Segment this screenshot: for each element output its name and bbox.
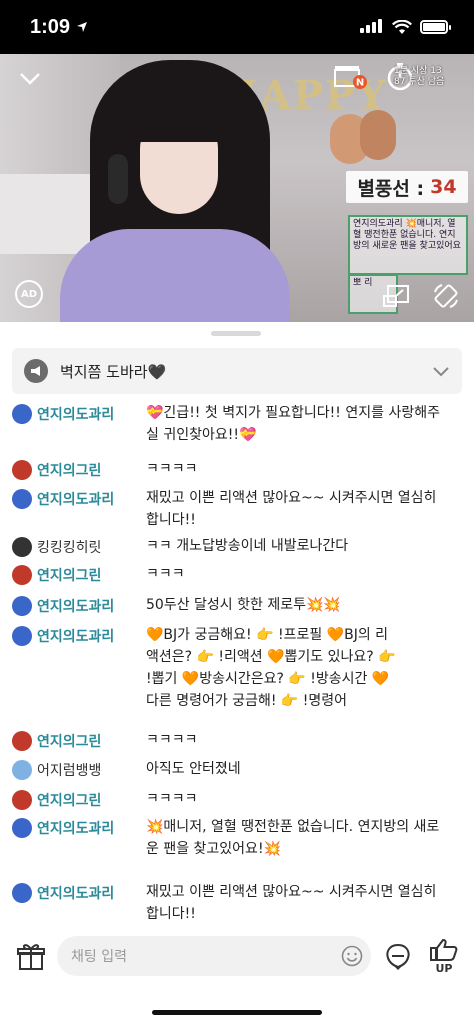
- home-indicator[interactable]: [152, 1010, 322, 1015]
- drag-handle[interactable]: [211, 331, 261, 336]
- avatar[interactable]: [12, 760, 32, 780]
- status-time: 1:09: [30, 16, 88, 39]
- ad-icon[interactable]: AD: [15, 280, 43, 308]
- balloon-label: 별풍선 :: [357, 177, 425, 200]
- up-label: UP: [436, 962, 453, 974]
- chat-nickname[interactable]: 연지의그린: [37, 731, 101, 751]
- chat-text: 재밌고 이쁜 리액션 많아요~~ 시켜주시면 열심히 합니다!!: [146, 490, 437, 528]
- avatar[interactable]: [12, 489, 32, 509]
- avatar[interactable]: [12, 626, 32, 646]
- chat-text: ㅋㅋㅋㅋ: [146, 732, 198, 748]
- chat-nickname[interactable]: 연지의그린: [37, 565, 101, 585]
- chat-nickname[interactable]: 연지의도과리: [37, 404, 114, 424]
- notice-text: 벽지쯤 도바라🖤: [60, 362, 167, 381]
- mission-info: 1분 시상 13 87 투산 남음: [394, 66, 472, 96]
- avatar[interactable]: [12, 818, 32, 838]
- mission-line2: 87 투산 남음: [394, 77, 445, 87]
- overlay-chat-box: 연지의도과리 💥매니저, 열혈 땡전한푼 없습니다. 연지방의 새로운 팬을 찾…: [348, 215, 468, 275]
- chat-text: 💥매니저, 열혈 땡전한푼 없습니다. 연지방의 새로운 팬을 찾고있어요!💥: [146, 819, 440, 857]
- balloon-counter: 별풍선 : 34: [346, 171, 468, 203]
- avatar[interactable]: [12, 596, 32, 616]
- avatar[interactable]: [12, 731, 32, 751]
- chat-input-bar: 채팅 입력 UP: [0, 930, 474, 990]
- location-arrow-icon: [77, 22, 88, 32]
- megaphone-icon: [24, 359, 48, 383]
- chat-nickname[interactable]: 연지의도과리: [37, 883, 114, 903]
- balloon-count-value: 34: [430, 176, 457, 198]
- chat-input[interactable]: 채팅 입력: [57, 936, 371, 976]
- chat-nickname[interactable]: 어지럼뱅뱅: [37, 760, 101, 780]
- chevron-down-icon[interactable]: [432, 362, 450, 380]
- star-balloon-icon[interactable]: [383, 942, 413, 972]
- chat-nickname[interactable]: 연지의그린: [37, 790, 101, 810]
- chat-text: ㅋㅋㅋ: [146, 566, 185, 582]
- ad-label: AD: [20, 288, 38, 300]
- status-icons: [360, 18, 451, 37]
- chat-nickname[interactable]: 연지의도과리: [37, 626, 114, 646]
- overlay-chat-text: 연지의도과리 💥매니저, 열혈 땡전한푼 없습니다. 연지방의 새로운 팬을 찾…: [353, 219, 461, 251]
- wifi-icon: [392, 19, 412, 34]
- avatar[interactable]: [12, 790, 32, 810]
- chat-text: 50두산 달성시 핫한 제로투💥💥: [146, 597, 341, 613]
- emoji-icon[interactable]: [341, 945, 363, 967]
- avatar[interactable]: [12, 537, 32, 557]
- avatar[interactable]: [12, 565, 32, 585]
- pip-icon[interactable]: [382, 284, 410, 308]
- chat-input-placeholder: 채팅 입력: [71, 949, 127, 965]
- status-bar: 1:09: [0, 0, 474, 54]
- avatar[interactable]: [12, 883, 32, 903]
- cellular-signal-icon: [360, 18, 384, 37]
- thumbs-up-icon[interactable]: UP: [428, 938, 460, 974]
- chat-nickname[interactable]: 킹킹킹히릿: [37, 537, 101, 557]
- gift-icon[interactable]: [16, 942, 46, 972]
- chat-nickname[interactable]: 연지의도과리: [37, 596, 114, 616]
- mission-line1: 1분 시상 13: [394, 66, 442, 76]
- chat-nickname[interactable]: 연지의그린: [37, 460, 101, 480]
- chat-text: ㅋㅋㅋㅋ: [146, 791, 198, 807]
- battery-icon: [420, 20, 451, 34]
- chat-text: 재밌고 이쁜 리액션 많아요~~ 시켜주시면 열심히 합니다!!: [146, 884, 437, 922]
- overlay-chat2-text: 뽀 리: [353, 278, 373, 288]
- chat-text: ㅋㅋ 개노답방송이네 내발로나간다: [146, 538, 349, 554]
- chat-text: 🧡BJ가 궁금해요! 👉 !프로필 🧡BJ의 리액션은? 👉 !리액션 🧡뽑기도…: [146, 627, 396, 709]
- avatar[interactable]: [12, 404, 32, 424]
- new-badge-text: N: [356, 78, 364, 89]
- notice-banner[interactable]: 벽지쯤 도바라🖤: [12, 348, 462, 394]
- avatar[interactable]: [12, 460, 32, 480]
- chat-text: 💝긴급!! 첫 벽지가 필요합니다!! 연지를 사랑해주실 귀인찾아요!!💝: [146, 405, 440, 443]
- chat-text: 아직도 안터졌네: [146, 761, 241, 777]
- chat-nickname[interactable]: 연지의도과리: [37, 818, 114, 838]
- clock: 1:09: [30, 15, 71, 38]
- minimize-chevron-icon[interactable]: [18, 66, 42, 90]
- clapper-new-icon[interactable]: N: [334, 64, 368, 90]
- rotate-screen-icon[interactable]: [432, 282, 460, 310]
- chat-nickname[interactable]: 연지의도과리: [37, 489, 114, 509]
- chat-text: ㅋㅋㅋㅋ: [146, 461, 198, 477]
